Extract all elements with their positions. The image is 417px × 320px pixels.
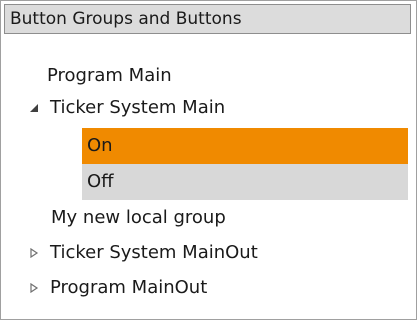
tree-item-button-on[interactable]: On	[82, 128, 408, 164]
tree-item-label: Ticker System MainOut	[50, 242, 258, 263]
collapsed-triangle-icon[interactable]	[29, 238, 43, 268]
tree-item-label: Program MainOut	[50, 277, 208, 298]
button-groups-panel: Button Groups and Buttons Program Main T…	[0, 0, 417, 320]
expanded-triangle-icon[interactable]	[29, 93, 43, 123]
tree-item-label: Program Main	[47, 65, 172, 86]
tree-item-button-off[interactable]: Off	[82, 164, 408, 200]
tree-item-label: Ticker System Main	[50, 97, 226, 118]
tree-item-label: My new local group	[51, 207, 226, 228]
panel-header: Button Groups and Buttons	[4, 4, 411, 34]
collapsed-triangle-icon[interactable]	[29, 273, 43, 303]
panel-title: Button Groups and Buttons	[10, 9, 242, 29]
tree-item-label: Off	[87, 171, 114, 192]
tree-item-label: On	[87, 135, 113, 156]
